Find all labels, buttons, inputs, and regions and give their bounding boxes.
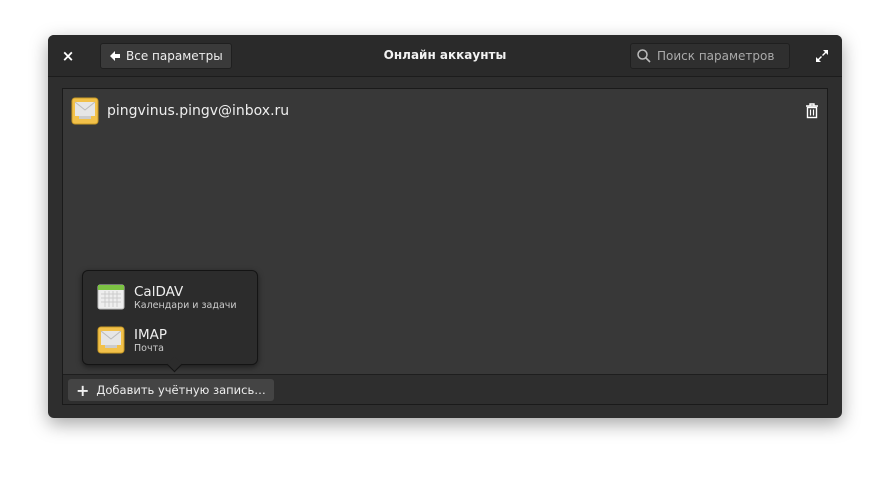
settings-window: × Все параметры Онлайн аккаунты Поиск па…	[48, 35, 842, 418]
search-icon	[637, 49, 651, 63]
search-placeholder: Поиск параметров	[657, 49, 775, 63]
add-account-button[interactable]: + Добавить учётную запись…	[68, 379, 274, 401]
add-account-popover: CalDAV Календари и задачи IMAP Почта	[82, 270, 258, 365]
provider-title: CalDAV	[134, 283, 184, 300]
maximize-icon[interactable]	[814, 48, 830, 64]
trash-icon[interactable]	[805, 103, 819, 119]
footer-toolbar: + Добавить учётную запись…	[63, 374, 827, 404]
search-input[interactable]: Поиск параметров	[630, 43, 790, 69]
provider-subtitle: Почта	[134, 342, 164, 354]
add-account-label: Добавить учётную запись…	[96, 383, 266, 397]
account-email: pingvinus.pingv@inbox.ru	[107, 103, 290, 119]
provider-subtitle: Календари и задачи	[134, 299, 237, 311]
mail-icon	[71, 97, 99, 125]
header-bar: × Все параметры Онлайн аккаунты Поиск па…	[48, 35, 842, 77]
accounts-panel: pingvinus.pingv@inbox.ru CalDAV Календари…	[62, 88, 828, 405]
provider-caldav[interactable]: CalDAV Календари и задачи	[97, 283, 237, 311]
provider-title: IMAP	[134, 326, 168, 343]
plus-icon: +	[76, 380, 90, 400]
provider-imap[interactable]: IMAP Почта	[97, 326, 167, 354]
account-row[interactable]: pingvinus.pingv@inbox.ru	[71, 97, 289, 125]
mail-icon	[97, 326, 125, 354]
calendar-icon	[97, 284, 125, 310]
